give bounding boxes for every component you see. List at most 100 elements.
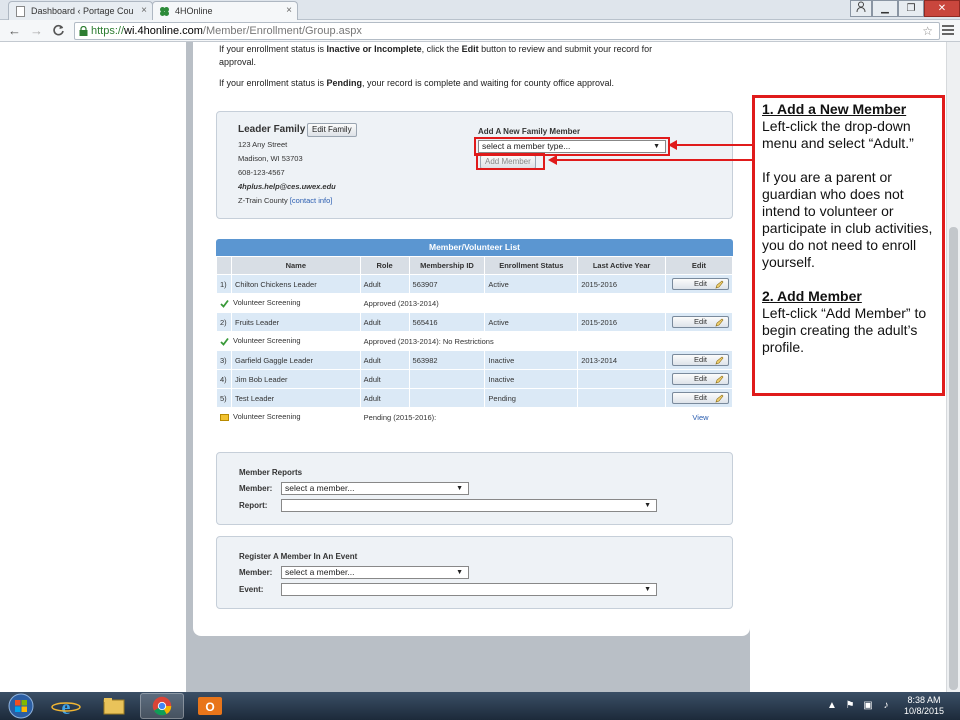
report-select[interactable]: ▼ xyxy=(281,499,657,512)
edit-member-button[interactable]: Edit xyxy=(671,316,729,328)
member-name: Chilton Chickens Leader xyxy=(230,274,361,294)
membership-id: 563907 xyxy=(408,274,486,294)
tab-dashboard[interactable]: Dashboard ‹ Portage Cou × xyxy=(8,1,153,20)
member-role: Adult xyxy=(359,350,410,370)
tab-4honline[interactable]: 4HOnline × xyxy=(152,1,298,20)
screening-label: Volunteer Screening xyxy=(233,412,301,422)
step1-title: 1. Add a New Member xyxy=(762,101,907,117)
dropdown-caret-icon: ▼ xyxy=(644,586,651,593)
step1-text: Left-click the drop-down menu and select… xyxy=(762,118,914,151)
action-center-icon[interactable]: ⚑ xyxy=(844,700,856,712)
dropdown-caret-icon: ▼ xyxy=(644,502,651,509)
member-name: Fruits Leader xyxy=(230,312,361,332)
event-member-select[interactable]: select a member... ▼ xyxy=(281,566,469,579)
svg-text:e: e xyxy=(62,697,71,719)
address-bar[interactable]: https://wi.4honline.com/Member/Enrollmen… xyxy=(74,22,940,40)
volunteer-screening-row: Volunteer Screening Approved (2013-2014) xyxy=(216,293,734,313)
member-row: 3) Garfield Gaggle Leader Adult 563982 Inact… xyxy=(216,350,734,370)
check-icon xyxy=(220,299,229,308)
edit-member-button[interactable]: Edit xyxy=(671,392,729,404)
edit-member-button[interactable]: Edit xyxy=(671,373,729,385)
member-row: 4) Jim Bob Leader Adult Inactive Edit xyxy=(216,369,734,389)
url-host: wi.4honline.com xyxy=(124,25,203,37)
enrollment-status: Active xyxy=(484,312,579,332)
clock[interactable]: 8:38 AM 10/8/2015 xyxy=(904,695,944,717)
col-last-active-year: Last Active Year xyxy=(577,256,666,275)
outlook-icon[interactable]: O xyxy=(188,693,232,719)
internet-explorer-icon[interactable]: e xyxy=(44,693,88,719)
step2-title: 2. Add Member xyxy=(762,288,862,304)
edit-label: Edit xyxy=(694,355,707,364)
edit-label: Edit xyxy=(694,279,707,288)
member-row: 1) Chilton Chickens Leader Adult 563907 Acti… xyxy=(216,274,734,294)
url-scheme: https:// xyxy=(91,25,125,37)
screening-status: Approved (2013-2014) xyxy=(359,293,666,313)
add-member-label: Add A New Family Member xyxy=(478,127,581,136)
show-hidden-icons[interactable]: ▲ xyxy=(826,700,838,712)
user-icon[interactable] xyxy=(850,0,872,17)
menu-icon[interactable] xyxy=(942,23,954,37)
clock-date: 10/8/2015 xyxy=(903,706,944,716)
edit-label: Edit xyxy=(694,393,707,402)
intro-inactive-text: If your enrollment status is Inactive or… xyxy=(219,44,653,67)
network-icon[interactable]: ▣ xyxy=(862,700,874,712)
edit-member-button[interactable]: Edit xyxy=(671,278,729,290)
member-name: Garfield Gaggle Leader xyxy=(230,350,361,370)
bookmark-star-icon[interactable]: ☆ xyxy=(922,23,933,39)
back-button[interactable]: ← xyxy=(8,23,21,39)
step2-text: Left-click “Add Member” to begin creatin… xyxy=(762,305,927,355)
edit-family-button[interactable]: Edit Family xyxy=(307,123,357,137)
minimize-button[interactable]: ▁ xyxy=(872,0,898,17)
member-list-header: Member/Volunteer List xyxy=(216,239,733,256)
scrollbar-thumb[interactable] xyxy=(949,227,958,690)
svg-text:O: O xyxy=(205,700,214,714)
member-row: 2) Fruits Leader Adult 565416 Active 2015-201… xyxy=(216,312,734,332)
chrome-icon[interactable] xyxy=(140,693,184,719)
family-city: Madison, WI 53703 xyxy=(238,154,303,163)
member-row: 5) Test Leader Adult Pending Edit xyxy=(216,388,734,408)
check-icon xyxy=(220,337,229,346)
family-street: 123 Any Street xyxy=(238,140,288,149)
enrollment-status: Pending xyxy=(484,388,579,408)
maximize-button[interactable]: ❐ xyxy=(898,0,924,17)
reload-icon[interactable] xyxy=(52,24,65,37)
screening-label: Volunteer Screening xyxy=(233,298,301,308)
browser-toolbar: ← → https://wi.4honline.com/Member/Enrol… xyxy=(0,20,960,42)
family-county: Z-Train County [contact info] xyxy=(238,196,333,205)
browser-tab-bar: Dashboard ‹ Portage Cou × 4HOnline × ▁ ❐… xyxy=(0,0,960,20)
close-tab-icon[interactable]: × xyxy=(286,5,292,16)
member-name: Test Leader xyxy=(230,388,361,408)
edit-member-button[interactable]: Edit xyxy=(671,354,729,366)
last-active-year: 2015-2016 xyxy=(577,312,666,332)
highlight-add-member xyxy=(476,153,545,170)
arrow-to-add-member xyxy=(548,155,752,165)
pencil-icon xyxy=(715,356,724,365)
pencil-icon xyxy=(715,375,724,384)
member-reports-title: Member Reports xyxy=(239,468,303,477)
last-active-year xyxy=(577,369,666,389)
arrow-head-icon xyxy=(548,155,557,165)
page-scrollbar[interactable] xyxy=(946,42,960,692)
file-explorer-icon[interactable] xyxy=(92,693,136,719)
forward-button[interactable]: → xyxy=(30,23,43,39)
last-active-year xyxy=(577,388,666,408)
report-member-select[interactable]: select a member... ▼ xyxy=(281,482,469,495)
lock-icon xyxy=(79,26,88,36)
view-link[interactable]: View xyxy=(692,413,708,422)
clover-icon xyxy=(160,7,169,16)
event-select[interactable]: ▼ xyxy=(281,583,657,596)
report-member-label: Member: xyxy=(239,484,273,493)
dropdown-caret-icon: ▼ xyxy=(456,569,463,576)
event-register-panel: Register A Member In An Event Member: se… xyxy=(216,536,733,609)
row-number: 3) xyxy=(216,350,232,370)
close-window-button[interactable]: ✕ xyxy=(924,0,960,17)
tab-title: Dashboard ‹ Portage Cou xyxy=(31,6,134,16)
page-icon xyxy=(16,6,25,17)
col-edit: Edit xyxy=(664,256,734,275)
contact-info-link[interactable]: [contact info] xyxy=(290,196,333,205)
url-path: /Member/Enrollment/Group.aspx xyxy=(202,25,362,37)
start-button-icon[interactable] xyxy=(4,692,38,720)
close-tab-icon[interactable]: × xyxy=(141,5,147,16)
volume-icon[interactable]: ♪ xyxy=(880,700,892,712)
report-label: Report: xyxy=(239,501,268,510)
